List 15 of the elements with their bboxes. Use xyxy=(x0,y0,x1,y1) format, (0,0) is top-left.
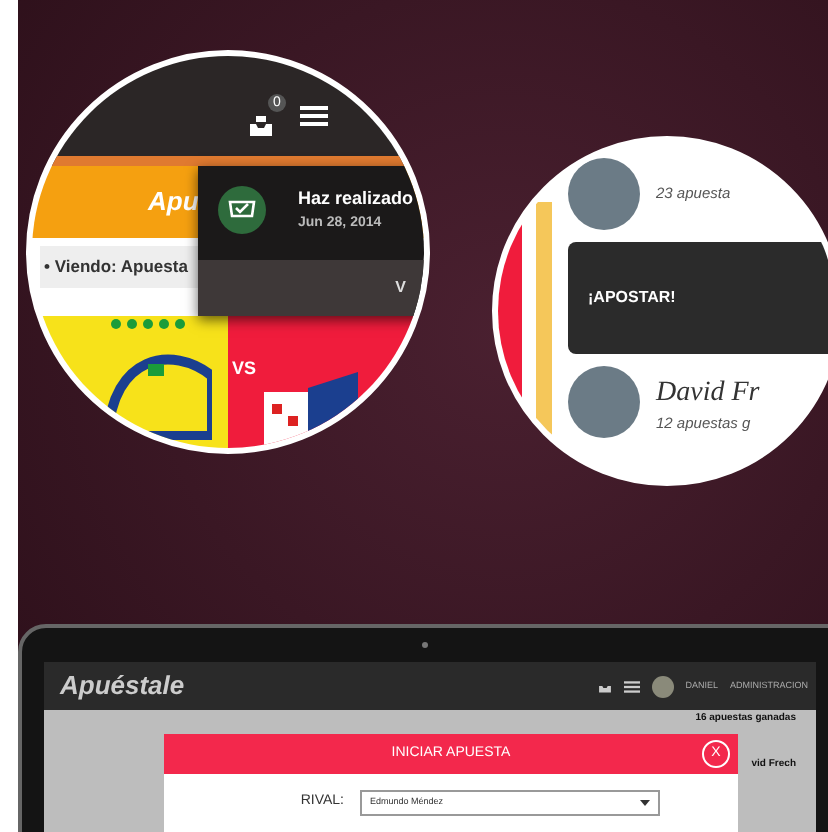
bet-button[interactable]: ¡APOSTAR! xyxy=(568,242,828,354)
inbox-icon[interactable] xyxy=(248,113,274,138)
user-avatar-icon xyxy=(651,675,674,697)
app-logo[interactable]: Apuéstale xyxy=(60,666,185,706)
camera-dot xyxy=(422,642,428,648)
versus-label: VS xyxy=(232,355,257,382)
notification-title: Haz realizado xyxy=(298,186,414,212)
avatar-photo-placeholder xyxy=(568,158,640,230)
cart-check-icon xyxy=(218,186,266,234)
avatar-photo-placeholder xyxy=(568,366,640,438)
team-crest-drawing xyxy=(264,371,358,448)
user-name: David Fr xyxy=(656,375,760,412)
menu-icon[interactable] xyxy=(623,679,640,693)
menu-icon[interactable] xyxy=(300,104,328,128)
caret-icon xyxy=(640,800,650,806)
